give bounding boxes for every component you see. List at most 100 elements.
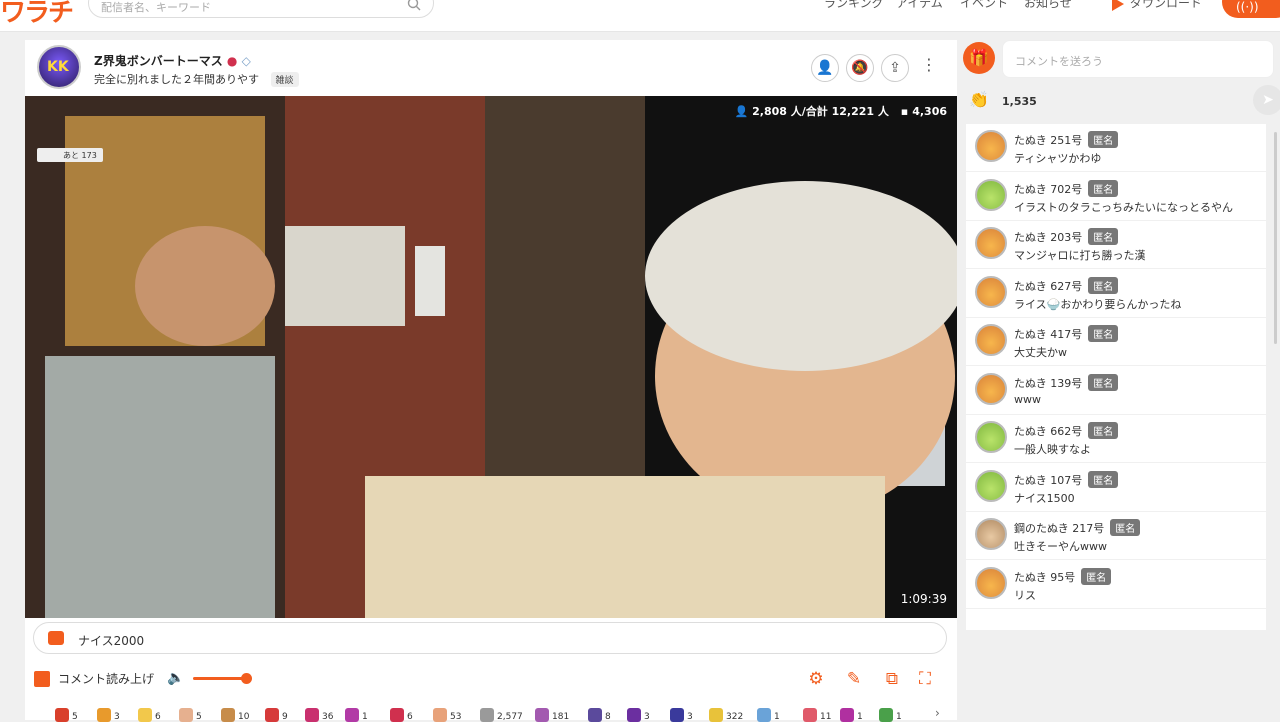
- more-menu-icon[interactable]: ⋮: [921, 57, 937, 73]
- chat-message[interactable]: たぬき 662号 匿名一般人映すなよ: [966, 415, 1266, 463]
- share-button[interactable]: ⇪: [881, 54, 909, 82]
- latest-comment-bar[interactable]: ナイス2000: [33, 622, 947, 654]
- nav-ranking[interactable]: ランキング: [824, 0, 884, 11]
- send-button[interactable]: ➤: [1253, 85, 1280, 115]
- viewer-count: 2,808 人/合計 12,221 人: [752, 105, 889, 118]
- volume-slider-knob[interactable]: [241, 673, 252, 684]
- gift-icon: 🎁: [969, 48, 989, 67]
- commenter-avatar[interactable]: [975, 275, 1007, 308]
- site-logo[interactable]: ワラチ: [0, 0, 74, 29]
- gift-count: 181: [552, 712, 570, 722]
- latest-comment-text: ナイス2000: [78, 634, 145, 648]
- chat-message[interactable]: たぬき 627号 匿名 ライス🍚おかわり要らんかったね: [966, 270, 1266, 318]
- commenter-name[interactable]: たぬき 417号: [1014, 328, 1082, 341]
- comment-bubble-icon: [48, 631, 64, 645]
- diamond-icon: ◇: [241, 54, 251, 68]
- gift-button[interactable]: 🎁: [963, 42, 995, 74]
- heart-icon: ●: [226, 54, 238, 68]
- nav-events[interactable]: イベント: [960, 0, 1008, 11]
- chat-message[interactable]: たぬき 417号 匿名 大丈夫かw: [966, 318, 1266, 366]
- chevron-right-icon[interactable]: ›: [935, 706, 940, 720]
- chat-message[interactable]: 鋼のたぬき 217号 匿名 吐きそーやんwww: [966, 512, 1266, 560]
- commenter-name-row: たぬき 203号 匿名: [1014, 228, 1119, 245]
- comment-text: マンジャロに打ち勝った漢: [1014, 249, 1146, 262]
- nav-items[interactable]: アイテム: [896, 0, 943, 11]
- streamer-name[interactable]: Z界鬼ボンバートーマス: [94, 54, 223, 68]
- stream-title-row: 完全に別れました２年間ありやす 雑談: [94, 71, 299, 87]
- comment-text: 一般人映すなよ: [1014, 443, 1091, 456]
- commenter-avatar[interactable]: [975, 566, 1007, 599]
- streamer-avatar[interactable]: KK: [37, 45, 81, 89]
- comment-text: イラストのタラこっちみたいになっとるやん: [1014, 200, 1234, 214]
- elapsed-time: 1:09:39: [900, 592, 947, 606]
- commenter-avatar[interactable]: [975, 227, 1007, 259]
- commenter-name[interactable]: たぬき 662号: [1014, 425, 1082, 438]
- gift-count: 1: [774, 712, 780, 722]
- read-aloud-toggle[interactable]: コメント読み上げ: [34, 670, 154, 687]
- settings-icon[interactable]: ⚙: [805, 668, 827, 690]
- anonymous-badge: 匿名: [1088, 276, 1119, 294]
- chat-message[interactable]: たぬき 95号 匿名リス: [966, 561, 1266, 609]
- chat-message[interactable]: たぬき 107号 匿名 ナイス1500: [966, 464, 1266, 512]
- read-aloud-icon: [34, 671, 50, 687]
- chat-message[interactable]: たぬき 251号 匿名 ティシャツかわゆ: [966, 124, 1266, 172]
- commenter-avatar[interactable]: [975, 469, 1007, 502]
- gift-count: 1: [896, 712, 902, 722]
- speaker-icon[interactable]: 🔈: [167, 670, 184, 686]
- commenter-name[interactable]: たぬき 139号: [1014, 377, 1082, 390]
- commenter-name[interactable]: たぬき 203号: [1014, 231, 1082, 244]
- read-aloud-label: コメント読み上げ: [58, 672, 155, 686]
- anonymous-badge: 匿名: [1088, 422, 1119, 439]
- anonymous-badge: 匿名: [1088, 179, 1119, 197]
- top-navbar: ワラチ 配信者名、キーワード ランキング アイテム イベント お知らせ ダウンロ…: [0, 0, 1280, 32]
- gift-count: 5: [72, 712, 78, 722]
- notify-off-button[interactable]: 🔕: [846, 54, 874, 82]
- commenter-avatar[interactable]: [975, 324, 1007, 356]
- chat-message[interactable]: たぬき 203号 匿名マンジャロに打ち勝った漢: [966, 221, 1266, 269]
- comment-input[interactable]: コメントを送ろう: [1002, 40, 1274, 78]
- commenter-avatar[interactable]: [975, 178, 1007, 211]
- chat-scrollbar[interactable]: [1274, 132, 1277, 344]
- commenter-avatar[interactable]: [975, 130, 1007, 162]
- search-icon[interactable]: [407, 0, 421, 11]
- go-live-button[interactable]: ((·)): [1222, 0, 1280, 18]
- chat-list[interactable]: たぬき 251号 匿名 ティシャツかわゆ たぬき 702号 匿名 イラストのタラこっちみた…: [966, 124, 1266, 630]
- chat-message[interactable]: たぬき 139号 匿名 www: [966, 367, 1266, 415]
- commenter-name[interactable]: たぬき 107号: [1014, 474, 1082, 487]
- volume-slider-track[interactable]: [193, 677, 245, 680]
- follow-button[interactable]: 👤: [811, 54, 839, 82]
- commenter-name[interactable]: たぬき 251号: [1014, 134, 1082, 147]
- video-player[interactable]: あと 173 👤 2,808 人/合計 12,221 人 ▪ 4,306 1:09:…: [25, 96, 957, 618]
- download-link[interactable]: ダウンロード: [1112, 0, 1202, 11]
- volume-control[interactable]: 🔈: [167, 669, 257, 687]
- commenter-name[interactable]: たぬき 702号: [1014, 183, 1082, 196]
- commenter-name[interactable]: たぬき 627号: [1014, 280, 1082, 293]
- fullscreen-icon[interactable]: ⛶: [914, 668, 936, 690]
- comment-icon: ▪: [900, 105, 909, 118]
- commenter-avatar[interactable]: [975, 518, 1007, 550]
- magic-wand-icon[interactable]: ✎: [843, 668, 865, 690]
- gift-count: 6: [407, 712, 413, 722]
- gift-count: 1: [362, 712, 368, 722]
- search-input[interactable]: 配信者名、キーワード: [88, 0, 434, 18]
- pip-icon[interactable]: ⧉: [881, 668, 903, 690]
- commenter-avatar[interactable]: [975, 421, 1007, 453]
- commenter-name-row: たぬき 417号 匿名: [1014, 325, 1119, 342]
- gift-count: 10: [238, 712, 250, 722]
- commenter-avatar[interactable]: [975, 372, 1007, 405]
- gift-count: 322: [726, 712, 744, 722]
- stream-title: 完全に別れました２年間ありやす: [94, 73, 259, 86]
- category-tag[interactable]: 雑談: [270, 72, 299, 87]
- stream-panel: KK Z界鬼ボンバートーマス ● ◇ 完全に別れました２年間ありやす 雑談 👤 …: [25, 40, 957, 720]
- anonymous-badge: 匿名: [1110, 519, 1141, 536]
- chat-message[interactable]: たぬき 702号 匿名イラストのタラこっちみたいになっとるやん: [966, 173, 1266, 221]
- clap-icon[interactable]: 👏: [969, 90, 989, 109]
- anonymous-badge: 匿名: [1081, 567, 1112, 585]
- comment-text: リス: [1014, 588, 1036, 602]
- commenter-name-row: たぬき 107号 匿名: [1014, 470, 1119, 488]
- commenter-name-row: たぬき 662号 匿名: [1014, 422, 1119, 439]
- commenter-name[interactable]: 鋼のたぬき 217号: [1014, 522, 1104, 535]
- anonymous-badge: 匿名: [1088, 325, 1119, 342]
- nav-news[interactable]: お知らせ: [1024, 0, 1072, 11]
- commenter-name[interactable]: たぬき 95号: [1014, 571, 1075, 584]
